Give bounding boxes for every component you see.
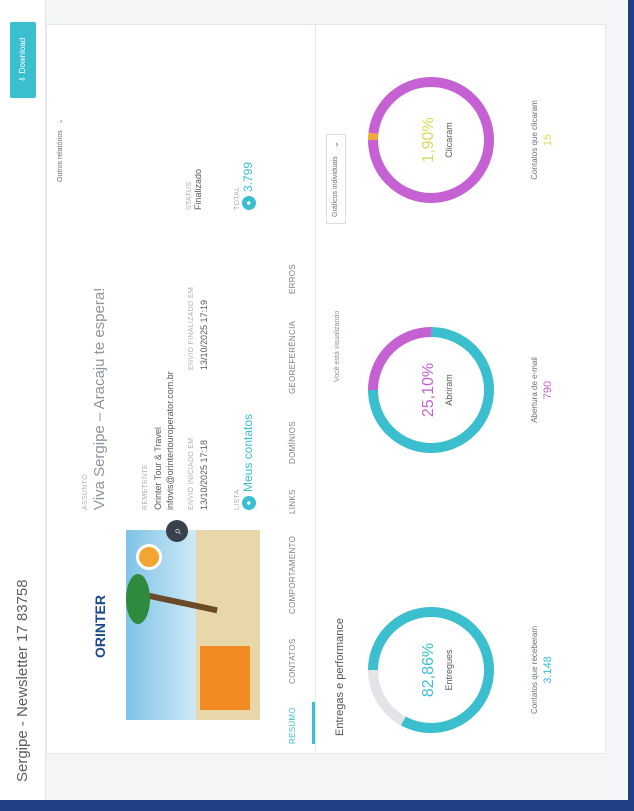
donut-percent-entregues: 82,86% (420, 642, 437, 698)
active-tab-indicator (312, 702, 315, 744)
performance-title: Entregas e performance (334, 617, 346, 736)
newsletter-thumbnail[interactable]: ORINTER (78, 530, 260, 720)
donut-percent-abriram: 25,10% (420, 362, 437, 418)
total-label: TOTAL (234, 186, 241, 210)
subject-value: Viva Sergipe – Aracaju te espera! (91, 287, 108, 510)
finished-date: 13/10/2025 17:19 (199, 299, 209, 370)
chevron-down-icon: ⌄ (331, 141, 340, 148)
donut-count-clicaram: 15 (542, 133, 554, 147)
donut-entregues: 82,86% Entregues Contatos que receberam 3.1… (366, 580, 566, 760)
tab-dominios[interactable]: DOMÍNIOS (288, 421, 297, 464)
viewing-label: Você está visualizando (334, 310, 341, 382)
search-icon: ⌕ (170, 527, 184, 535)
status-block: STATUS Finalizado (186, 169, 203, 210)
thumbnail-palm-leaves (126, 574, 150, 624)
sent-date: 13/10/2025 17:18 (199, 439, 209, 510)
subject-block: ASSUNTO Viva Sergipe – Aracaju te espera… (82, 190, 108, 510)
donut-count-entregues: 3.148 (542, 656, 554, 684)
sender-block: REMETENTE Orinter Tour & Travel infovis@… (140, 371, 176, 510)
donut-caption-abriram: Abertura de e-mail (530, 357, 539, 423)
thumbnail-logo: ORINTER (92, 595, 108, 658)
thumbnail-badge (136, 544, 162, 570)
contacts-link[interactable]: LISTA ●Meus contatos (234, 414, 256, 510)
donut-label-entregues: Entregues (444, 649, 454, 691)
sender-email: infovis@orintertouroperator.com.br (165, 371, 175, 510)
stage: Sergipe - Newsletter 17 83758 ⇩ Download… (0, 0, 634, 811)
tab-resumo[interactable]: RESUMO (288, 707, 297, 744)
subject-label: ASSUNTO (82, 474, 89, 510)
top-bar: Sergipe - Newsletter 17 83758 ⇩ Download (0, 0, 46, 800)
sent-date-col: ENVIO INICIADO EM 13/10/2025 17:18 (186, 380, 210, 510)
page-title: Sergipe - Newsletter 17 83758 (14, 579, 31, 782)
total-block: TOTAL ●3.799 (234, 161, 256, 210)
donut-label-abriram: Abriram (444, 374, 454, 406)
tab-links[interactable]: LINKS (288, 489, 297, 514)
zoom-preview-button[interactable]: ⌕ (166, 520, 188, 542)
donut-percent-clicaram: 1,90% (420, 117, 437, 163)
donut-clicaram: 1,90% Clicaram Contatos que clicaram 15 (366, 50, 566, 230)
donut-caption-entregues: Contatos que receberam (530, 625, 539, 715)
contacts-label: LISTA (234, 489, 241, 510)
sent-label: ENVIO INICIADO EM (188, 437, 195, 510)
finished-date-col: ENVIO FINALIZADO EM 13/10/2025 17:19 (186, 240, 210, 370)
thumbnail-promo (200, 646, 250, 710)
donut-abriram: 25,10% Abriram Abertura de e-mail 790 (366, 300, 566, 480)
chevron-down-icon: ⌄ (57, 118, 64, 125)
chart-mode-select[interactable]: Gráficos individuais ⌄ (326, 134, 346, 224)
download-icon: ⇩ (18, 73, 27, 83)
download-button[interactable]: ⇩ Download (10, 22, 36, 98)
tab-contatos[interactable]: CONTATOS (288, 638, 297, 684)
app-screen: Sergipe - Newsletter 17 83758 ⇩ Download… (0, 0, 628, 800)
sender-label: REMETENTE (142, 464, 149, 510)
donut-caption-clicaram: Contatos que clicaram (530, 100, 539, 180)
status-value: Finalizado (193, 168, 203, 210)
user-icon: ● (241, 196, 256, 210)
list-icon: ● (241, 496, 256, 510)
donut-count-abriram: 790 (542, 380, 554, 400)
sender-name: Orinter Tour & Travel (153, 427, 163, 510)
tab-erros[interactable]: ERROS (288, 264, 297, 294)
report-tabs: RESUMO CONTATOS COMPORTAMENTO LINKS DOMÍ… (276, 24, 316, 754)
donut-label-clicaram: Clicaram (444, 122, 454, 158)
tab-comportamento[interactable]: COMPORTAMENTO (288, 536, 297, 614)
status-label: STATUS (186, 181, 193, 210)
outros-relatorios-dropdown[interactable]: Outros relatórios⌄ (56, 118, 64, 182)
contacts-row: LISTA ●Meus contatos TOTAL ●3.799 (234, 150, 258, 510)
finished-label: ENVIO FINALIZADO EM (188, 286, 195, 370)
tab-georeferencia[interactable]: GEOREFERÊNCIA (288, 321, 297, 394)
